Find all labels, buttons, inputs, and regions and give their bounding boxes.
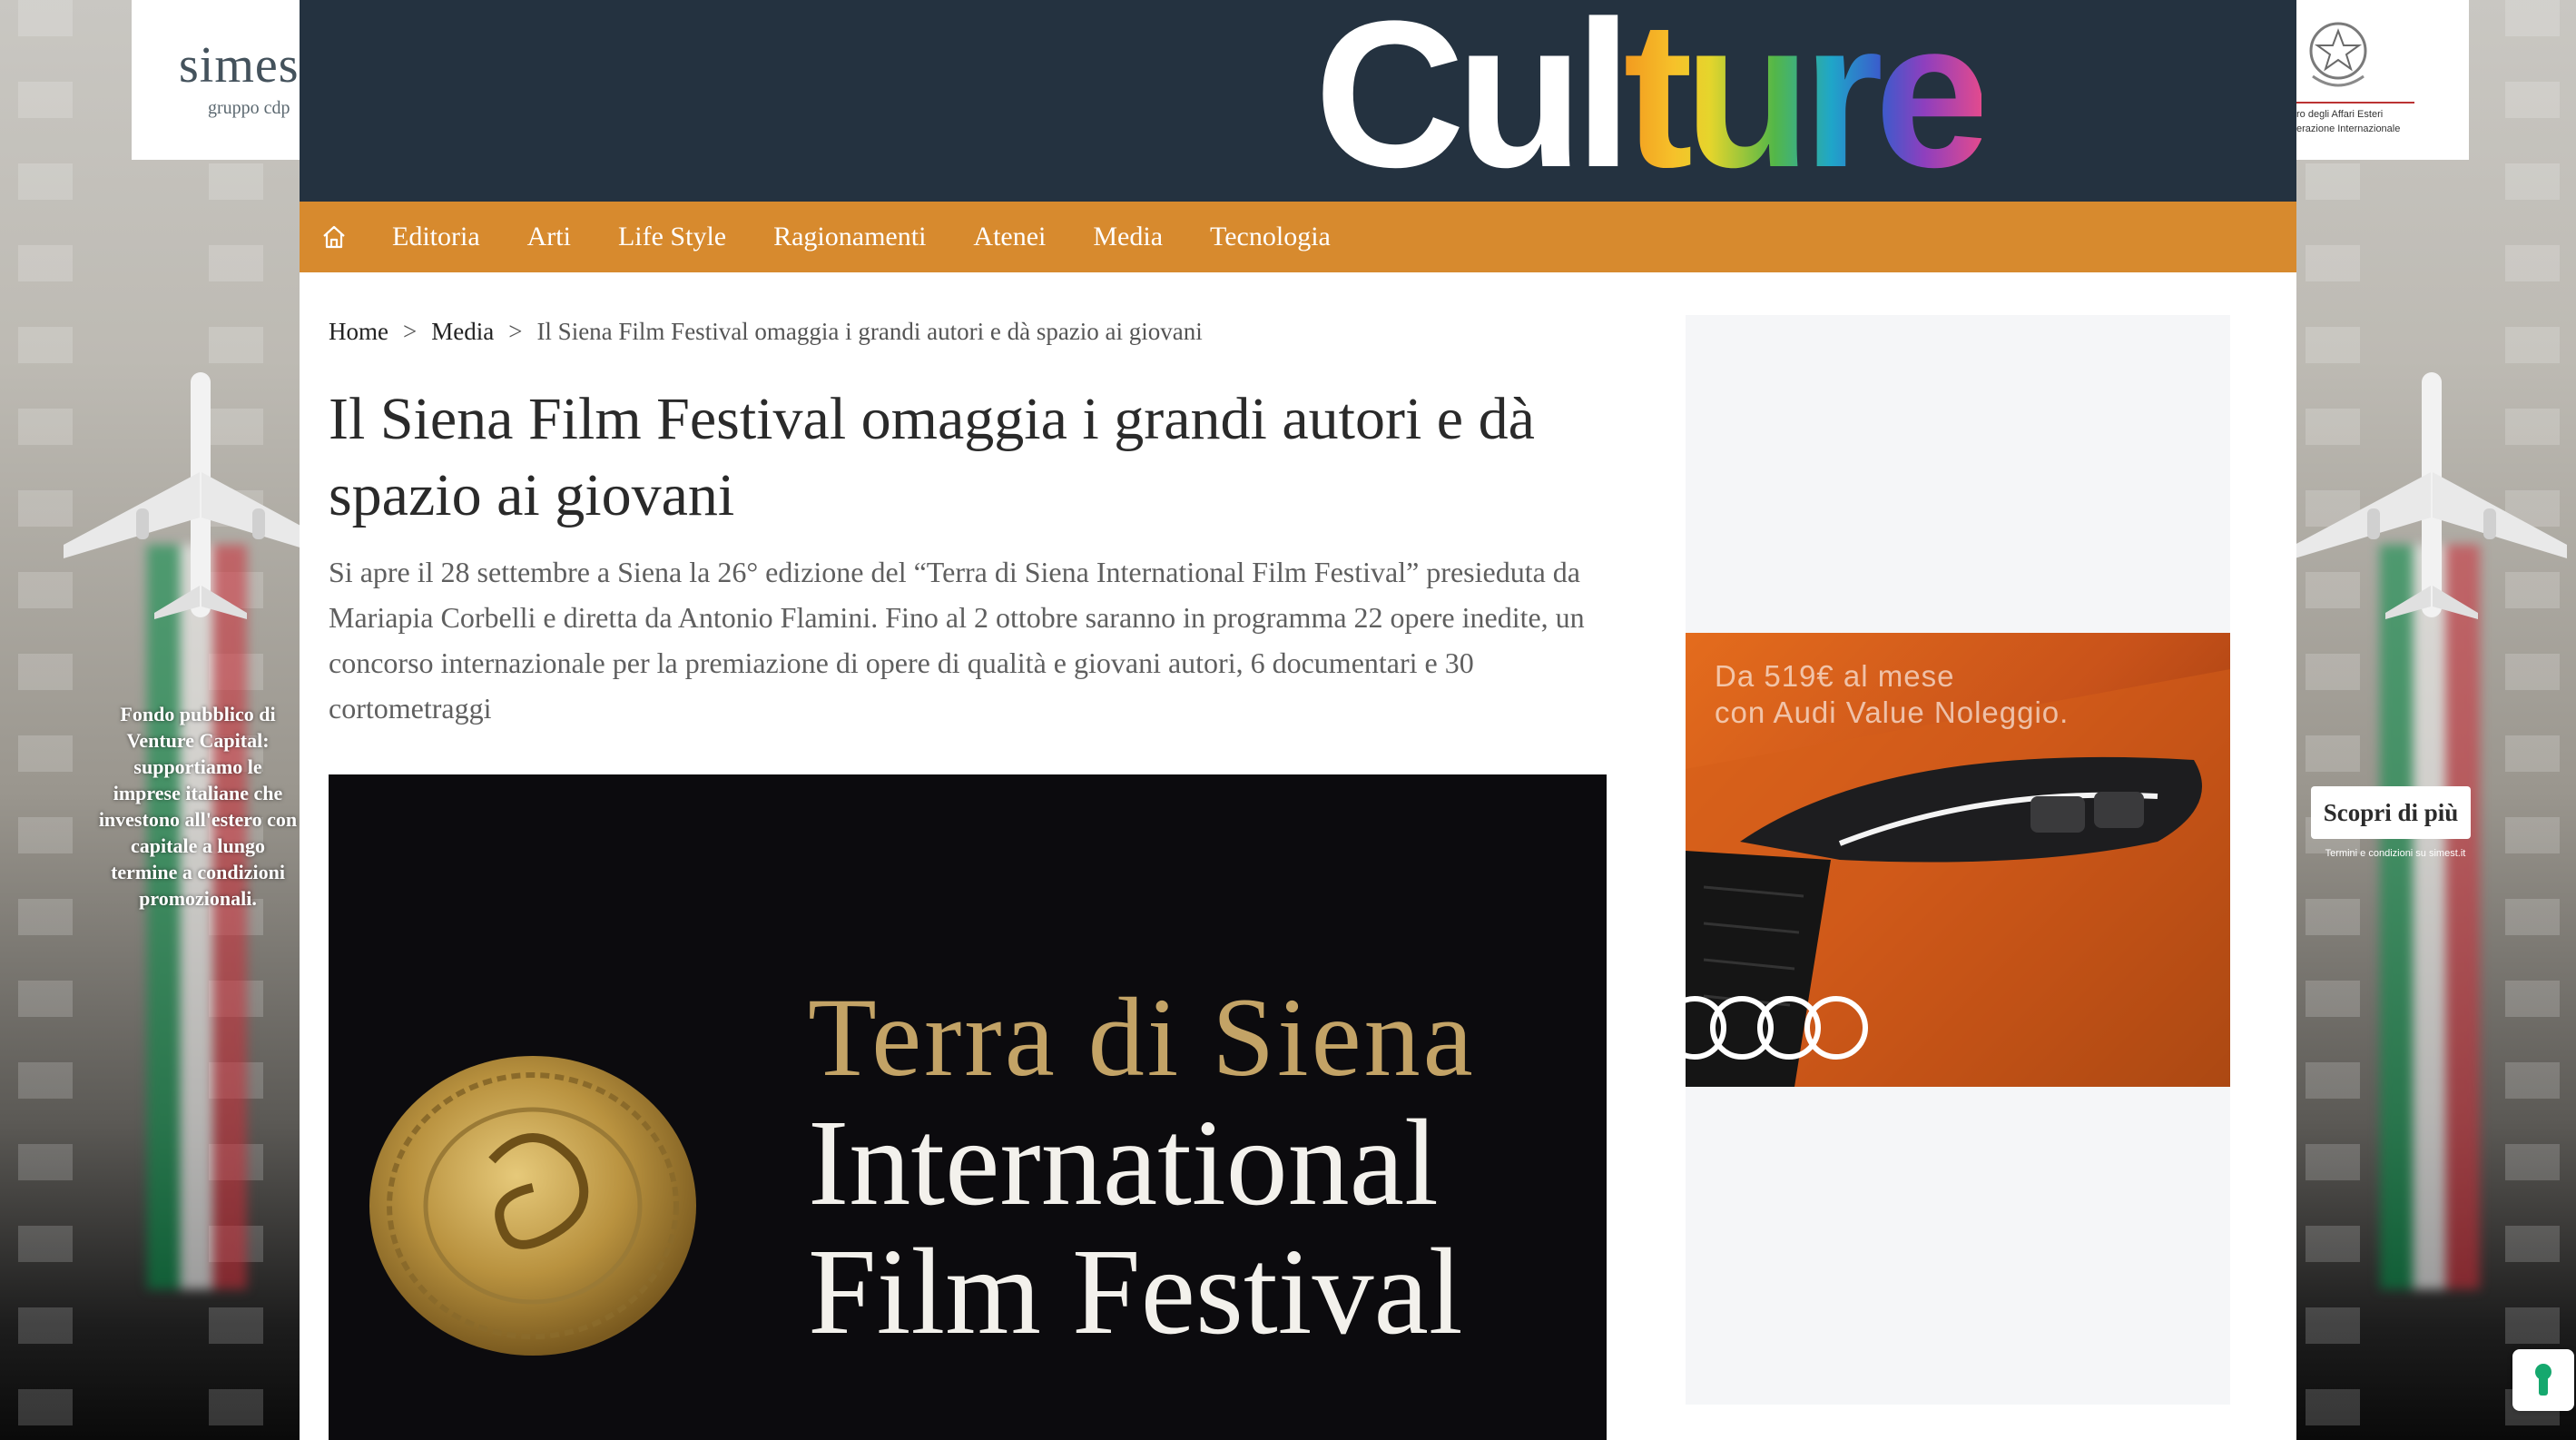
cta-terms-text: Termini e condizioni su simest.it	[2325, 848, 2466, 859]
audi-rings-icon	[1686, 996, 1868, 1060]
home-nav-button[interactable]	[300, 202, 369, 272]
runway-marking	[2306, 0, 2360, 1440]
runway-marking	[2505, 0, 2560, 1440]
mae-logo[interactable]: ro degli Affari Esteri erazione Internaz…	[2296, 0, 2469, 160]
right-skin-ad[interactable]: ro degli Affari Esteri erazione Internaz…	[2296, 0, 2576, 1440]
mae-label: ro degli Affari Esteri erazione Internaz…	[2296, 107, 2400, 136]
left-skin-ad[interactable]: simest gruppo cdp Fondo pubblico di Vent…	[0, 0, 300, 1440]
hero-title-line-2: International	[808, 1095, 1439, 1231]
breadcrumb-media[interactable]: Media	[431, 318, 494, 346]
mae-line-1: ro degli Affari Esteri	[2296, 109, 2384, 120]
hero-title-line-3: Film Festival	[808, 1224, 1463, 1360]
audi-banner-ad[interactable]: Da 519€ al mese con Audi Value Noleggio.	[1686, 633, 2230, 1087]
hero-title-line-1: Terra di Siena	[808, 975, 1476, 1100]
audi-ad-line-2: con Audi Value Noleggio.	[1715, 695, 2070, 729]
nav-item-ragionamenti[interactable]: Ragionamenti	[750, 202, 949, 272]
nav-item-editoria[interactable]: Editoria	[369, 202, 504, 272]
privacy-settings-button[interactable]	[2512, 1349, 2574, 1411]
logo-plain-part: Cul	[1314, 0, 1632, 211]
tricolor-trail	[2380, 545, 2480, 1289]
simest-brand: simest	[179, 37, 300, 94]
tricolor-trail	[147, 545, 247, 1289]
nav-item-atenei[interactable]: Atenei	[949, 202, 1069, 272]
breadcrumb-current: Il Siena Film Festival omaggia i grandi …	[536, 318, 1203, 345]
discover-more-button[interactable]: Scopri di più	[2311, 786, 2471, 839]
nav-item-tecnologia[interactable]: Tecnologia	[1186, 202, 1354, 272]
simest-logo[interactable]: simest gruppo cdp	[132, 0, 300, 160]
mae-line-2: erazione Internazionale	[2296, 123, 2401, 134]
keyhole-icon	[2535, 1364, 2551, 1396]
breadcrumb-home[interactable]: Home	[329, 318, 388, 346]
nav-item-life-style[interactable]: Life Style	[595, 202, 750, 272]
article-hero-image: Terra di Siena International Film Festiv…	[329, 774, 1607, 1440]
skin-ad-copy: Fondo pubblico di Venture Capital: suppo…	[98, 703, 298, 910]
airplane-icon	[64, 372, 300, 619]
site-container: Culture Editoria Arti Life Style Ragiona…	[300, 0, 2296, 1440]
breadcrumb-separator: >	[402, 318, 418, 345]
nav-item-arti[interactable]: Arti	[504, 202, 595, 272]
breadcrumb: Home > Media > Il Siena Film Festival om…	[329, 318, 1203, 346]
simest-subbrand: gruppo cdp	[208, 98, 290, 118]
masthead: Culture	[300, 0, 2296, 202]
article-title: Il Siena Film Festival omaggia i grandi …	[329, 386, 1535, 528]
runway-marking	[18, 0, 73, 1440]
culture-logo[interactable]: Culture	[1314, 0, 1991, 199]
airplane-icon	[2296, 372, 2567, 619]
breadcrumb-separator: >	[508, 318, 523, 345]
audi-ad-copy: Da 519€ al mese con Audi Value Noleggio.	[1715, 658, 2069, 731]
gold-coin-icon	[369, 1056, 696, 1356]
audi-ad-line-1: Da 519€ al mese	[1715, 659, 1955, 693]
home-icon	[323, 225, 345, 249]
main-navigation: Editoria Arti Life Style Ragionamenti At…	[300, 202, 2296, 272]
logo-colored-part: ture	[1624, 0, 1991, 211]
article-lead: Si apre il 28 settembre a Siena la 26° e…	[329, 556, 1585, 725]
nav-item-media[interactable]: Media	[1069, 202, 1186, 272]
mae-divider	[2296, 102, 2414, 104]
sidebar-ad-slot: Da 519€ al mese con Audi Value Noleggio.	[1686, 315, 2230, 1405]
republic-emblem-icon	[2309, 22, 2367, 87]
